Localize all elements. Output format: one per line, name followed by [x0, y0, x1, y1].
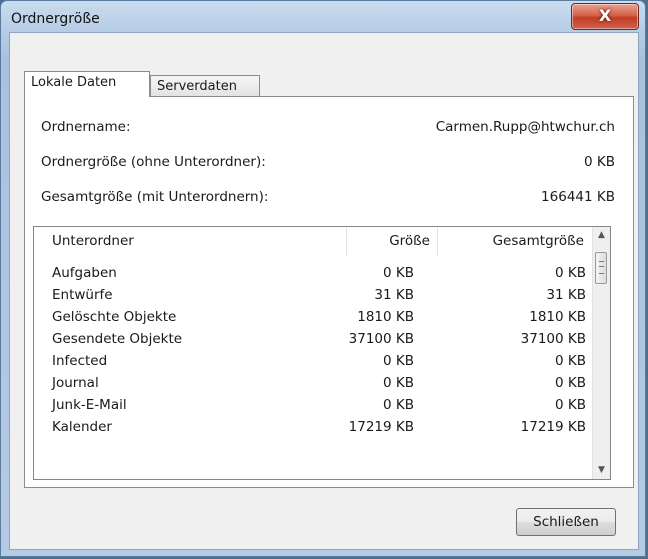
- row-total-size: 0 KB: [555, 397, 586, 413]
- column-divider[interactable]: [346, 227, 347, 257]
- tab-lokale-daten[interactable]: Lokale Daten: [24, 71, 150, 97]
- list-row[interactable]: Kalender 17219 KB 17219 KB: [34, 419, 594, 441]
- row-folder-name: Journal: [52, 375, 99, 391]
- folder-size-label: Ordnergröße (ohne Unterordner):: [41, 154, 266, 170]
- row-total-size: 0 KB: [555, 265, 586, 281]
- row-size: 0 KB: [383, 265, 414, 281]
- row-size: 0 KB: [383, 353, 414, 369]
- subfolder-list[interactable]: Unterordner Größe Gesamtgröße Aufgaben 0…: [33, 226, 611, 480]
- close-icon: X: [598, 6, 612, 25]
- up-arrow-icon[interactable]: ▲: [593, 227, 610, 244]
- list-row[interactable]: Gelöschte Objekte 1810 KB 1810 KB: [34, 309, 594, 331]
- column-header-size[interactable]: Größe: [389, 227, 430, 257]
- row-size: 31 KB: [374, 287, 414, 303]
- list-row[interactable]: Aufgaben 0 KB 0 KB: [34, 265, 594, 287]
- list-row[interactable]: Junk-E-Mail 0 KB 0 KB: [34, 397, 594, 419]
- row-total-size: 17219 KB: [520, 419, 586, 435]
- folder-name-label: Ordnername:: [41, 119, 131, 135]
- row-total-size: 37100 KB: [520, 331, 586, 347]
- list-row[interactable]: Infected 0 KB 0 KB: [34, 353, 594, 375]
- row-size: 37100 KB: [348, 331, 414, 347]
- tab-serverdaten[interactable]: Serverdaten: [150, 75, 260, 97]
- list-row[interactable]: Gesendete Objekte 37100 KB 37100 KB: [34, 331, 594, 353]
- row-size: 0 KB: [383, 375, 414, 391]
- row-total-size: 0 KB: [555, 353, 586, 369]
- total-size-value: 166441 KB: [541, 189, 615, 205]
- scrollbar-thumb[interactable]: [595, 252, 607, 284]
- down-arrow-icon[interactable]: ▼: [593, 462, 610, 479]
- row-total-size: 0 KB: [555, 375, 586, 391]
- row-size: 1810 KB: [357, 309, 414, 325]
- total-size-label: Gesamtgröße (mit Unterordnern):: [41, 189, 269, 205]
- list-row[interactable]: Entwürfe 31 KB 31 KB: [34, 287, 594, 309]
- folder-name-value: Carmen.Rupp@htwchur.ch: [435, 119, 615, 135]
- row-folder-name: Infected: [52, 353, 108, 369]
- row-total-size: 31 KB: [546, 287, 586, 303]
- close-button[interactable]: Schließen: [516, 508, 616, 536]
- row-folder-name: Junk-E-Mail: [52, 397, 127, 413]
- column-header-total-size[interactable]: Gesamtgröße: [493, 227, 584, 257]
- list-row[interactable]: Journal 0 KB 0 KB: [34, 375, 594, 397]
- row-size: 17219 KB: [348, 419, 414, 435]
- row-folder-name: Aufgaben: [52, 265, 117, 281]
- folder-size-value: 0 KB: [584, 154, 615, 170]
- window-close-button[interactable]: X: [571, 3, 639, 30]
- title-bar[interactable]: Ordnergröße: [1, 1, 645, 29]
- row-total-size: 1810 KB: [529, 309, 586, 325]
- row-size: 0 KB: [383, 397, 414, 413]
- row-folder-name: Gesendete Objekte: [52, 331, 183, 347]
- row-folder-name: Kalender: [52, 419, 112, 435]
- column-header-subfolder[interactable]: Unterordner: [52, 227, 134, 257]
- row-folder-name: Entwürfe: [52, 287, 113, 303]
- column-divider[interactable]: [437, 227, 438, 257]
- window-title: Ordnergröße: [11, 11, 100, 27]
- vertical-scrollbar[interactable]: ▲ ▼: [592, 227, 610, 479]
- grip-icon: [599, 261, 604, 274]
- row-folder-name: Gelöschte Objekte: [52, 309, 177, 325]
